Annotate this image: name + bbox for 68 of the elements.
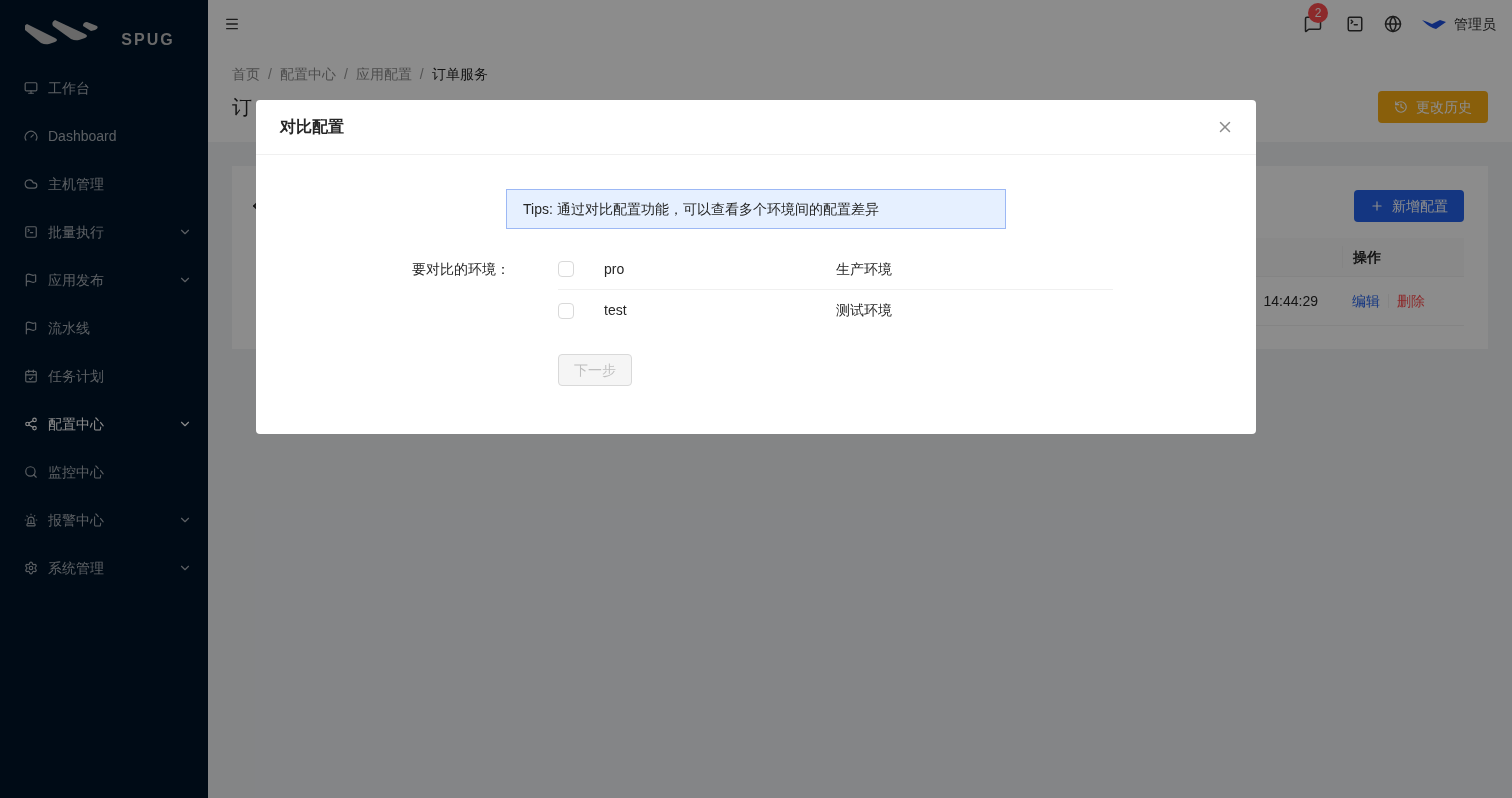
breadcrumb-item[interactable]: 配置中心 (279, 64, 336, 85)
menu-icon[interactable] (224, 16, 240, 32)
sidebar-item[interactable]: 流水线 (0, 308, 208, 348)
sidebar-label: 报警中心 (48, 510, 105, 530)
gauge-icon (24, 129, 38, 143)
history-icon (1394, 100, 1408, 114)
sidebar-item[interactable]: 主机管理 (0, 164, 208, 204)
breadcrumb-item: 订单服务 (431, 65, 488, 84)
sidebar-item[interactable]: Dashboard (0, 116, 208, 156)
environment-name: 生产环境 (836, 259, 892, 279)
siren-icon (24, 513, 38, 527)
sidebar-item[interactable]: 监控中心 (0, 452, 208, 492)
sidebar-label: 流水线 (48, 318, 91, 338)
sidebar-item[interactable]: 工作台 (0, 68, 208, 108)
sidebar-label: 配置中心 (48, 414, 105, 434)
tips-alert: Tips: 通过对比配置功能，可以查看多个环境间的配置差异 (506, 189, 1006, 229)
sidebar-item[interactable]: 任务计划 (0, 356, 208, 396)
environment-name: 测试环境 (836, 301, 892, 320)
breadcrumb-separator: / (343, 65, 348, 84)
page-title: 订 (232, 95, 253, 120)
cloud-icon (24, 177, 38, 191)
table-cell-text: 14:44:29 (1263, 291, 1318, 311)
logo-text: SPUG (121, 30, 175, 50)
history-button[interactable]: 更改历史 (1378, 91, 1488, 123)
breadcrumb-item[interactable]: 首页 (232, 64, 260, 85)
notification-badge: 2 (1308, 3, 1328, 23)
user-name[interactable]: 管理员 (1454, 13, 1496, 35)
terminal-icon[interactable] (1346, 15, 1364, 33)
breadcrumb-item[interactable]: 应用配置 (355, 64, 412, 85)
sidebar-item[interactable]: 批量执行 (0, 212, 208, 252)
environment-key: pro (604, 258, 836, 280)
breadcrumb-separator: / (268, 65, 272, 84)
sidebar-label: 批量执行 (48, 222, 105, 242)
notification-icon[interactable] (1304, 15, 1322, 33)
sidebar-label: 主机管理 (48, 174, 105, 194)
settings-icon (24, 561, 38, 575)
sidebar-item[interactable]: 报警中心 (0, 500, 208, 540)
plus-icon (1370, 199, 1384, 213)
table-link[interactable]: 编辑 (1352, 290, 1380, 312)
flag-icon (24, 273, 38, 287)
breadcrumb-separator: / (419, 65, 424, 84)
search-icon (24, 465, 38, 479)
table-link[interactable]: 删除 (1397, 290, 1425, 312)
sidebar-label: 应用发布 (48, 270, 105, 290)
environment-row[interactable]: pro 生产环境 (558, 249, 1113, 290)
modal-title: 对比配置 (280, 117, 345, 137)
field-label: 要对比的环境： (412, 260, 510, 279)
avatar-icon[interactable] (1422, 18, 1446, 30)
add-button[interactable]: 新增配置 (1354, 190, 1464, 222)
calendar-icon (24, 369, 38, 383)
checkbox[interactable] (558, 302, 574, 319)
column-header: 操作 (1353, 247, 1381, 267)
environment-key: test (604, 300, 836, 321)
sidebar-label: 工作台 (48, 78, 91, 98)
sidebar-label: 任务计划 (48, 366, 105, 386)
checkbox[interactable] (558, 261, 574, 277)
sidebar-item[interactable]: 配置中心 (0, 404, 208, 444)
sidebar-item[interactable]: 系统管理 (0, 548, 208, 588)
sidebar-item[interactable]: 应用发布 (0, 260, 208, 300)
flag-icon (24, 321, 38, 335)
monitor-icon (24, 81, 38, 95)
sidebar-label: 系统管理 (48, 558, 105, 578)
terminal-icon (24, 225, 38, 239)
sidebar-label: 监控中心 (48, 462, 105, 482)
globe-icon[interactable] (1384, 15, 1402, 33)
sidebar-label: Dashboard (48, 126, 118, 146)
network-icon (24, 417, 38, 431)
environment-row[interactable]: test 测试环境 (558, 290, 1113, 331)
